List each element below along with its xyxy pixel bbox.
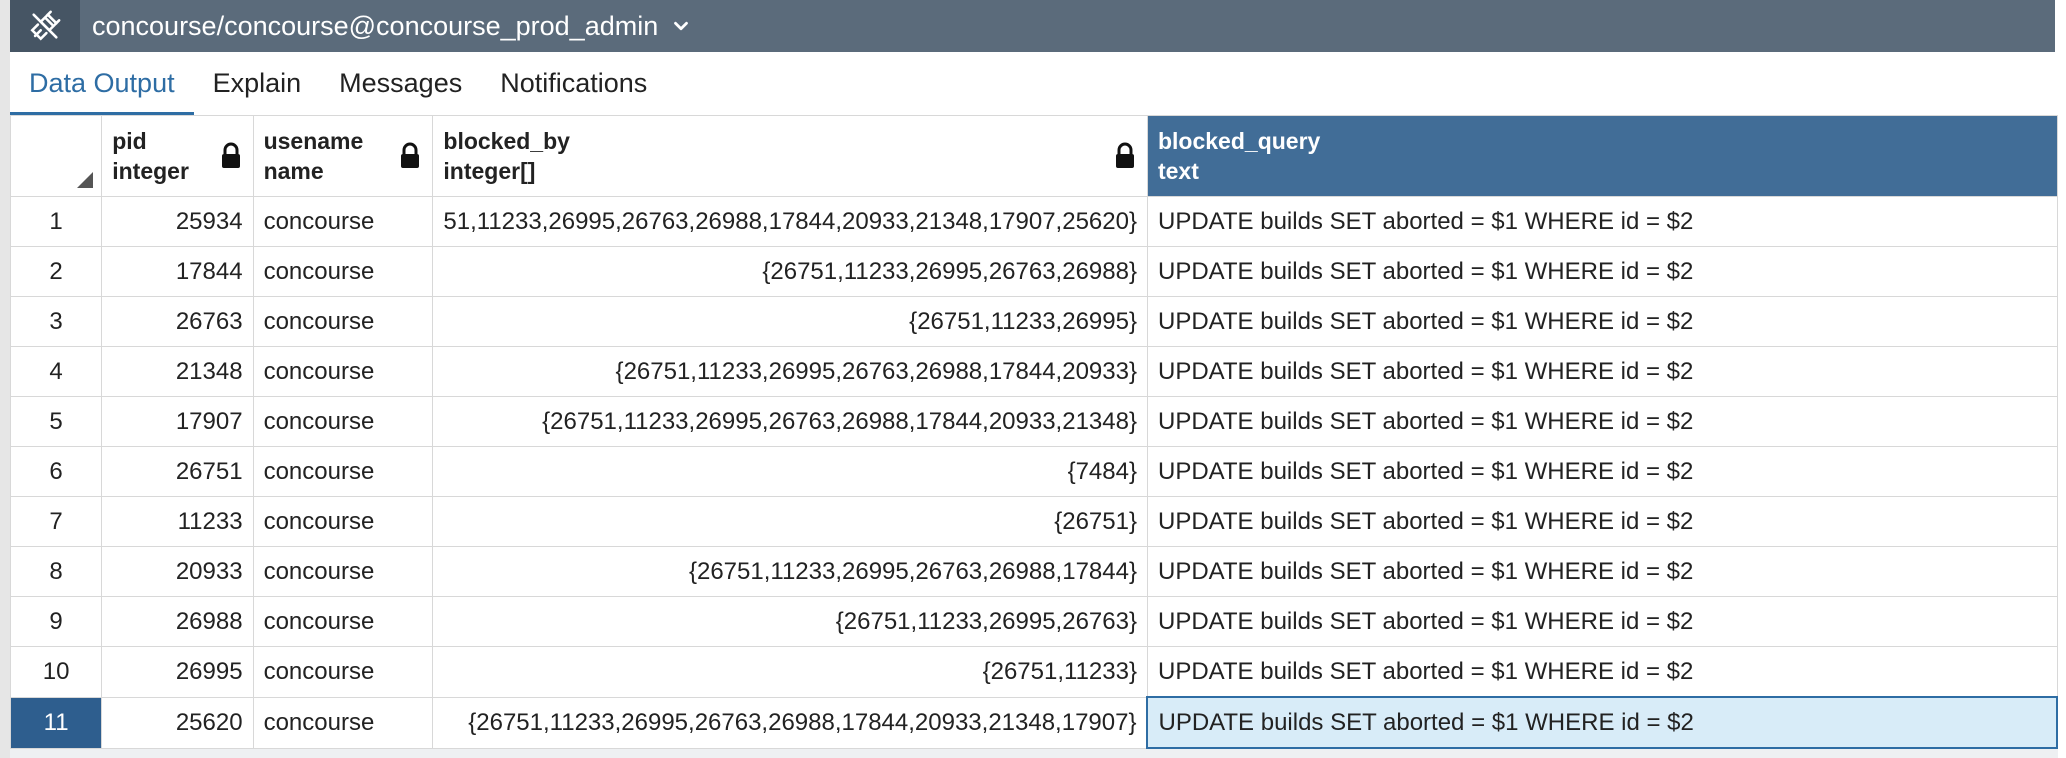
cell-blocked-by[interactable]: {26751,11233,26995,26763,26988,17844,209… [432,696,1148,749]
cell-pid[interactable]: 11233 [101,496,254,547]
chevron-down-icon [674,21,689,31]
table-row[interactable]: 9 26988 concourse {26751,11233,26995,267… [9,596,2058,647]
row-number[interactable]: 4 [9,346,103,397]
column-header-pid[interactable]: pid integer [101,115,254,197]
cell-blocked-query-selected[interactable]: UPDATE builds SET aborted = $1 WHERE id … [1146,696,2058,749]
query-result-panel: concourse/concourse@concourse_prod_admin… [0,0,2066,758]
table-row[interactable]: 7 11233 concourse {26751} UPDATE builds … [9,496,2058,547]
tab-data-output[interactable]: Data Output [10,52,194,116]
cell-blocked-by[interactable]: {26751} [432,496,1148,547]
cell-pid[interactable]: 17844 [101,246,254,297]
cell-blocked-by[interactable]: {26751,11233,26995,26763} [432,596,1148,647]
cell-blocked-by[interactable]: {26751,11233} [432,646,1148,698]
row-number[interactable]: 11 [9,696,103,749]
lock-icon [221,142,240,168]
table-row-selected[interactable]: 11 25620 concourse {26751,11233,26995,26… [9,696,2058,749]
table-row[interactable]: 4 21348 concourse {26751,11233,26995,267… [9,346,2058,397]
tab-notifications[interactable]: Notifications [481,52,666,115]
cell-pid[interactable]: 26751 [101,446,254,497]
data-grid-container: pid integer usename name blocked_by inte… [9,115,2058,758]
row-number[interactable]: 6 [9,446,103,497]
table-row[interactable]: 2 17844 concourse {26751,11233,26995,267… [9,246,2058,297]
cell-pid[interactable]: 25620 [101,696,254,749]
column-name: blocked_by [443,128,570,154]
table-row[interactable]: 6 26751 concourse {7484} UPDATE builds S… [9,446,2058,497]
cell-blocked-query[interactable]: UPDATE builds SET aborted = $1 WHERE id … [1146,296,2058,347]
cell-usename[interactable]: concourse [252,246,434,297]
tab-messages[interactable]: Messages [320,52,481,115]
cell-usename[interactable]: concourse [252,346,434,397]
column-name: blocked_query [1157,128,1321,154]
cell-blocked-query[interactable]: UPDATE builds SET aborted = $1 WHERE id … [1146,246,2058,297]
row-number[interactable]: 3 [9,296,103,347]
cell-usename[interactable]: concourse [252,546,434,597]
lock-icon [401,142,420,168]
cell-usename[interactable]: concourse [252,446,434,497]
cell-usename[interactable]: concourse [252,596,434,647]
cell-blocked-query[interactable]: UPDATE builds SET aborted = $1 WHERE id … [1146,446,2058,497]
tab-explain[interactable]: Explain [194,52,321,115]
cell-blocked-query[interactable]: UPDATE builds SET aborted = $1 WHERE id … [1146,196,2058,247]
connection-title: concourse/concourse@concourse_prod_admin [92,10,659,41]
column-type: text [1157,158,1199,184]
cell-pid[interactable]: 20933 [101,546,254,597]
cell-pid[interactable]: 26988 [101,596,254,647]
cell-blocked-query[interactable]: UPDATE builds SET aborted = $1 WHERE id … [1146,546,2058,597]
cell-pid[interactable]: 25934 [101,196,254,247]
connection-bar: concourse/concourse@concourse_prod_admin [10,0,2055,52]
grid-header-row: pid integer usename name blocked_by inte… [9,115,2058,197]
row-number[interactable]: 1 [9,196,103,247]
select-all-corner[interactable] [9,115,103,197]
plug-disconnect-icon[interactable] [10,0,80,52]
table-row[interactable]: 8 20933 concourse {26751,11233,26995,267… [9,546,2058,597]
left-gutter [0,0,10,758]
cell-blocked-by[interactable]: {26751,11233,26995} [432,296,1148,347]
row-number[interactable]: 7 [9,496,103,547]
cell-pid[interactable]: 26763 [101,296,254,347]
table-row[interactable]: 10 26995 concourse {26751,11233} UPDATE … [9,646,2058,698]
cell-blocked-by[interactable]: {7484} [432,446,1148,497]
cell-usename[interactable]: concourse [252,646,434,698]
table-row[interactable]: 5 17907 concourse {26751,11233,26995,267… [9,396,2058,447]
cell-usename[interactable]: concourse [252,496,434,547]
cell-blocked-by[interactable]: {26751,11233,26995,26763,26988,17844,209… [432,396,1148,447]
data-grid: pid integer usename name blocked_by inte… [9,115,2058,749]
column-type: integer[] [443,158,536,184]
cell-blocked-by[interactable]: {26751,11233,26995,26763,26988} [432,246,1148,297]
grid-body: 1 25934 concourse 51,11233,26995,26763,2… [9,196,2058,749]
cell-pid[interactable]: 21348 [101,346,254,397]
cell-blocked-by[interactable]: 51,11233,26995,26763,26988,17844,20933,2… [432,196,1148,247]
select-all-triangle-icon [77,172,94,188]
cell-blocked-query[interactable]: UPDATE builds SET aborted = $1 WHERE id … [1146,346,2058,397]
cell-usename[interactable]: concourse [252,296,434,347]
cell-blocked-by[interactable]: {26751,11233,26995,26763,26988,17844,209… [432,346,1148,397]
cell-usename[interactable]: concourse [252,396,434,447]
cell-pid[interactable]: 26995 [101,646,254,698]
row-number[interactable]: 2 [9,246,103,297]
cell-usename[interactable]: concourse [252,196,434,247]
table-row[interactable]: 1 25934 concourse 51,11233,26995,26763,2… [9,196,2058,247]
lock-icon [1115,142,1134,168]
cell-pid[interactable]: 17907 [101,396,254,447]
column-header-blocked-query[interactable]: blocked_query text [1146,115,2058,197]
output-tabs: Data Output Explain Messages Notificatio… [10,52,2055,116]
cell-blocked-query[interactable]: UPDATE builds SET aborted = $1 WHERE id … [1146,596,2058,647]
cell-blocked-query[interactable]: UPDATE builds SET aborted = $1 WHERE id … [1146,396,2058,447]
row-number[interactable]: 5 [9,396,103,447]
row-number[interactable]: 10 [9,646,103,698]
connection-selector[interactable]: concourse/concourse@concourse_prod_admin [80,11,692,42]
cell-usename[interactable]: concourse [252,696,434,749]
row-number[interactable]: 8 [9,546,103,597]
column-header-blocked-by[interactable]: blocked_by integer[] [432,115,1148,197]
cell-blocked-query[interactable]: UPDATE builds SET aborted = $1 WHERE id … [1146,646,2058,698]
cell-blocked-query[interactable]: UPDATE builds SET aborted = $1 WHERE id … [1146,496,2058,547]
table-row[interactable]: 3 26763 concourse {26751,11233,26995} UP… [9,296,2058,347]
row-number[interactable]: 9 [9,596,103,647]
cell-blocked-by[interactable]: {26751,11233,26995,26763,26988,17844} [432,546,1148,597]
column-header-usename[interactable]: usename name [252,115,434,197]
